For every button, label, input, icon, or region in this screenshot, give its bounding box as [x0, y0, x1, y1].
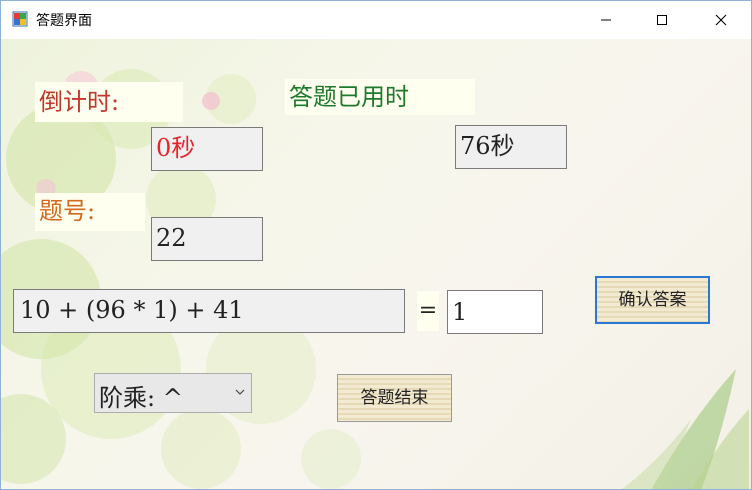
minimize-icon	[601, 19, 611, 21]
minimize-button[interactable]	[583, 1, 629, 39]
app-icon	[12, 11, 28, 27]
elapsed-time-value: 76秒	[455, 125, 567, 169]
finish-quiz-button[interactable]: 答题结束	[337, 374, 452, 422]
maximize-icon	[657, 15, 667, 25]
chevron-down-icon	[235, 389, 245, 395]
answer-input[interactable]	[447, 290, 543, 334]
operator-select-value: 阶乘: ^	[99, 384, 183, 412]
question-number-label: 题号:	[35, 193, 145, 231]
close-icon	[715, 14, 727, 26]
app-window: 答题界面 倒计时: 答题已用时 0秒 76秒 题号: 22 10 + (96 *…	[0, 0, 752, 490]
equals-sign: =	[417, 291, 439, 331]
elapsed-time-label: 答题已用时	[285, 79, 475, 115]
form-client-area: 倒计时: 答题已用时 0秒 76秒 题号: 22 10 + (96 * 1) +…	[1, 39, 751, 489]
countdown-label: 倒计时:	[35, 82, 183, 122]
maximize-button[interactable]	[639, 1, 685, 39]
title-bar[interactable]: 答题界面	[1, 1, 751, 39]
window-title: 答题界面	[36, 13, 92, 29]
question-number-value: 22	[151, 217, 263, 261]
close-button[interactable]	[698, 1, 744, 39]
operator-select[interactable]: 阶乘: ^	[94, 373, 252, 413]
question-expression: 10 + (96 * 1) + 41	[13, 289, 405, 333]
countdown-value: 0秒	[151, 127, 263, 171]
confirm-answer-button[interactable]: 确认答案	[595, 276, 710, 324]
